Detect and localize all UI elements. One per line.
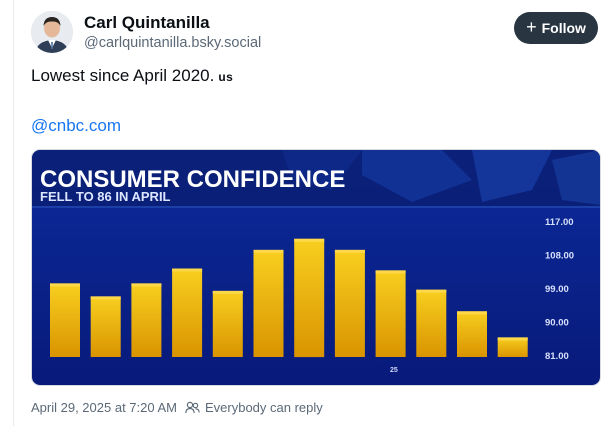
- chart-bar: [131, 283, 162, 357]
- y-tick-label: 90.00: [545, 318, 569, 329]
- chart-bar: [90, 296, 121, 357]
- post-meta: April 29, 2025 at 7:20 AM Everybody can …: [31, 400, 323, 415]
- follow-button-label: Follow: [541, 20, 586, 36]
- chart-bar: [253, 249, 284, 357]
- reply-audience[interactable]: Everybody can reply: [205, 400, 323, 415]
- chart-bar-cap: [90, 296, 121, 300]
- y-tick-label: 108.00: [545, 251, 574, 262]
- author-handle[interactable]: @carlquintanilla.bsky.social: [84, 35, 261, 51]
- chart-bar-cap: [212, 290, 243, 294]
- chart-bar: [416, 289, 447, 357]
- avatar[interactable]: [31, 11, 73, 53]
- chart-bar: [212, 290, 243, 357]
- chart-bar-cap: [50, 283, 80, 287]
- chart-bar: [334, 249, 365, 357]
- post-timestamp[interactable]: April 29, 2025 at 7:20 AM: [31, 400, 177, 415]
- chart-bar-cap: [294, 238, 325, 242]
- follow-button[interactable]: + Follow: [514, 12, 598, 44]
- post-text: Lowest since April 2020. us: [31, 66, 233, 86]
- chart-bar-cap: [334, 249, 365, 253]
- chart-bar: [457, 311, 487, 357]
- x-axis-label: 25: [390, 367, 398, 374]
- flag-emoji: us: [218, 70, 234, 84]
- chart-bar-cap: [416, 289, 447, 293]
- y-tick-label: 117.00: [545, 217, 574, 228]
- people-icon: [185, 401, 200, 414]
- chart-bar: [294, 238, 325, 358]
- chart-bar: [172, 268, 203, 357]
- author-display-name[interactable]: Carl Quintanilla: [84, 13, 210, 33]
- consumer-confidence-chart: CONSUMER CONFIDENCE FELL TO 86 IN APRIL …: [32, 150, 600, 385]
- chart-bar-cap: [172, 268, 203, 272]
- post-body: Lowest since April 2020.: [31, 66, 215, 85]
- plus-icon: +: [526, 17, 537, 37]
- y-tick-label: 81.00: [545, 351, 569, 362]
- chart-bar: [375, 270, 406, 357]
- chart-bar-cap: [131, 283, 162, 287]
- thread-divider: [13, 0, 14, 426]
- chart-bar-cap: [457, 311, 487, 315]
- y-tick-label: 99.00: [545, 284, 569, 295]
- chart-bar-cap: [253, 249, 284, 253]
- post-image[interactable]: CONSUMER CONFIDENCE FELL TO 86 IN APRIL …: [31, 149, 601, 386]
- chart-bar-cap: [497, 337, 528, 341]
- chart-bar: [50, 283, 80, 357]
- chart-bar-cap: [375, 270, 406, 274]
- post-link[interactable]: @cnbc.com: [31, 116, 121, 136]
- chart-subheadline: FELL TO 86 IN APRIL: [40, 189, 171, 204]
- person-avatar-icon: [31, 11, 73, 53]
